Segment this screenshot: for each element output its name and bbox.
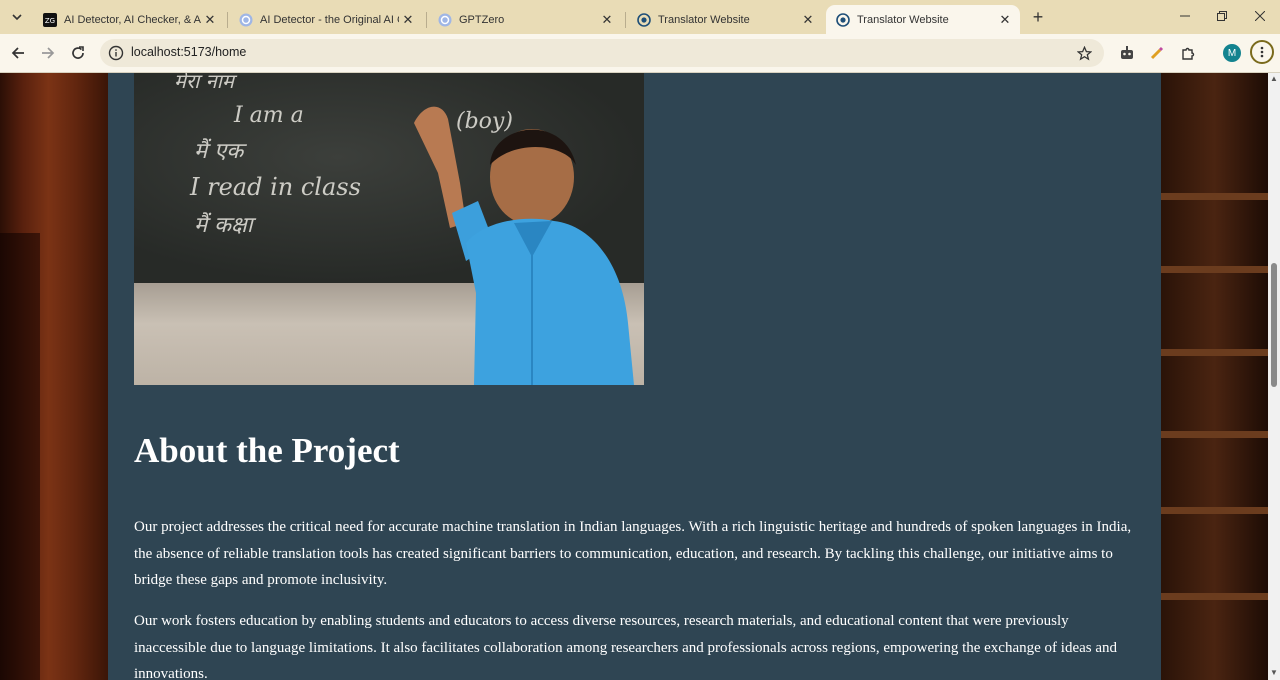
tab-gptzero[interactable]: GPTZero ✕ — [428, 5, 622, 34]
extension-pen-button[interactable] — [1144, 40, 1170, 66]
url-text[interactable]: localhost:5173/home — [131, 45, 246, 59]
back-button[interactable] — [5, 40, 31, 66]
arrow-left-icon — [11, 47, 24, 59]
restore-button[interactable] — [1204, 4, 1240, 28]
scroll-down-arrow-icon[interactable]: ▼ — [1270, 669, 1278, 677]
profile-avatar[interactable]: M — [1223, 44, 1241, 62]
minimize-icon — [1180, 15, 1190, 17]
chalk-text: मैं कक्षा — [194, 213, 253, 238]
tab-ai-detector[interactable]: AI Detector - the Original AI Ch ✕ — [229, 5, 423, 34]
tab-separator — [625, 12, 626, 28]
tab-title: Translator Website — [857, 13, 949, 26]
reload-button[interactable] — [65, 40, 91, 66]
more-vert-icon — [1260, 46, 1264, 58]
extension-robot-button[interactable] — [1114, 40, 1140, 66]
zerogpt-icon: ZG — [43, 12, 57, 27]
gptzero-icon — [239, 13, 253, 27]
main-content: मेरा नाम I am a मैं एक I read in class म… — [108, 73, 1161, 680]
tab-translator-active[interactable]: Translator Website ✕ — [826, 5, 1020, 34]
hero-image-student-chalkboard: मेरा नाम I am a मैं एक I read in class म… — [134, 73, 644, 385]
browser-menu-button[interactable] — [1250, 40, 1274, 64]
reload-icon — [72, 46, 84, 59]
page-viewport: ▲ ▼ मेरा नाम I am a मैं एक I read in cla… — [0, 73, 1280, 680]
about-paragraph-2: Our work fosters education by enabling s… — [134, 613, 1117, 680]
svg-text:ZG: ZG — [45, 17, 55, 25]
scroll-up-arrow-icon[interactable]: ▲ — [1270, 75, 1278, 83]
chevron-down-icon — [12, 14, 22, 21]
close-window-button[interactable] — [1242, 4, 1278, 28]
translator-icon — [637, 12, 651, 27]
tab-title: AI Detector, AI Checker, & AI H — [64, 13, 201, 26]
student-figure — [414, 106, 634, 385]
gptzero-icon — [438, 13, 452, 27]
forward-button[interactable] — [35, 40, 61, 66]
tab-title: Translator Website — [658, 13, 750, 26]
tab-title: AI Detector - the Original AI Ch — [260, 13, 399, 26]
plus-icon: + — [1032, 6, 1044, 27]
tab-strip: ZG AI Detector, AI Checker, & AI H ✕ AI … — [0, 0, 1280, 34]
chalk-text: I am a — [234, 103, 304, 128]
about-title: About the Project — [134, 431, 400, 470]
puzzle-icon — [1182, 47, 1195, 60]
arrow-right-icon — [42, 47, 55, 59]
close-icon[interactable]: ✕ — [996, 11, 1014, 29]
tab-separator — [426, 12, 427, 28]
chalk-text: मैं एक — [194, 139, 244, 164]
pen-icon — [1150, 46, 1164, 60]
close-icon[interactable]: ✕ — [201, 11, 219, 29]
bookmark-star-icon[interactable] — [1074, 43, 1094, 63]
browser-toolbar: localhost:5173/home — [0, 34, 1280, 73]
site-info-icon[interactable] — [107, 44, 125, 62]
scroll-thumb[interactable] — [1271, 263, 1277, 387]
tab-title: GPTZero — [459, 13, 505, 26]
robot-icon — [1121, 46, 1133, 59]
tab-translator-1[interactable]: Translator Website ✕ — [627, 5, 823, 34]
new-tab-button[interactable]: + — [1028, 7, 1048, 27]
close-icon[interactable]: ✕ — [399, 11, 417, 29]
close-icon[interactable]: ✕ — [799, 11, 817, 29]
extensions-button[interactable] — [1175, 40, 1201, 66]
page-scrollbar[interactable]: ▲ ▼ — [1268, 73, 1280, 680]
chalk-text: मेरा नाम — [174, 73, 234, 93]
close-icon — [1255, 11, 1265, 21]
restore-icon — [1217, 11, 1227, 21]
about-paragraph-1: Our project addresses the critical need … — [134, 519, 1132, 588]
close-icon[interactable]: ✕ — [598, 11, 616, 29]
chalk-text: I read in class — [190, 173, 361, 201]
background-door-image — [0, 73, 108, 680]
minimize-button[interactable] — [1167, 4, 1203, 28]
tab-separator — [227, 12, 228, 28]
background-bookshelf-image — [1161, 73, 1268, 680]
address-bar[interactable]: localhost:5173/home — [100, 39, 1104, 67]
tab-search-button[interactable] — [6, 6, 28, 28]
translator-icon — [836, 12, 850, 27]
tab-zerogpt[interactable]: ZG AI Detector, AI Checker, & AI H ✕ — [33, 5, 225, 34]
